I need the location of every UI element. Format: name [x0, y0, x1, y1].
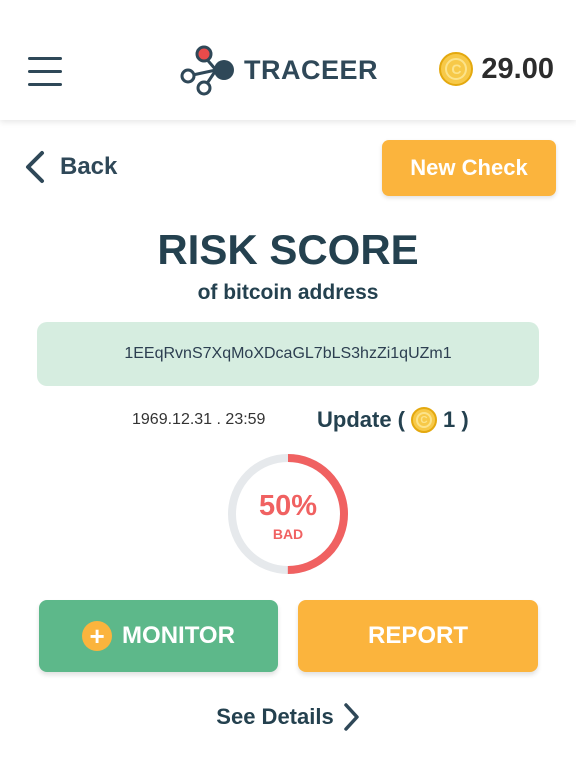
coin-icon: C: [439, 52, 474, 86]
timestamp: 1969.12.31 . 23:59: [132, 411, 266, 428]
back-label: Back: [60, 153, 118, 180]
risk-gauge: 50% BAD: [226, 452, 350, 576]
logo: TRACEER: [176, 42, 378, 98]
coin-balance: C 29.00: [439, 52, 554, 86]
monitor-label: MONITOR: [122, 622, 235, 649]
traceer-logo-icon: [180, 45, 234, 96]
new-check-button[interactable]: New Check: [382, 140, 556, 196]
plus-icon: +: [82, 621, 113, 651]
address-text: 1EEqRvnS7XqMoXDcaGL7bLS3hzZi1qUZm1: [124, 345, 452, 362]
update-button[interactable]: Update ( C 1 ): [317, 407, 469, 433]
see-details-link[interactable]: See Details: [0, 702, 576, 732]
report-button[interactable]: REPORT: [298, 600, 538, 672]
risk-label: BAD: [272, 526, 304, 542]
app-header: TRACEER C 29.00: [0, 0, 576, 120]
coin-icon: C: [411, 407, 437, 433]
chevron-left-icon: [26, 151, 44, 183]
logo-text: TRACEER: [244, 54, 379, 85]
bitcoin-address: 1EEqRvnS7XqMoXDcaGL7bLS3hzZi1qUZm1: [37, 322, 539, 386]
update-cost: 1 ): [443, 407, 469, 432]
page-subtitle: of bitcoin address: [197, 281, 379, 304]
risk-percent: 50%: [258, 490, 318, 522]
back-button[interactable]: Back: [24, 150, 117, 184]
chevron-right-icon: [343, 703, 359, 731]
monitor-button[interactable]: + MONITOR: [39, 600, 278, 672]
page-title: RISK SCORE: [157, 226, 419, 273]
menu-icon[interactable]: [28, 53, 64, 89]
see-details-label: See Details: [216, 704, 334, 729]
update-label: Update (: [317, 407, 405, 432]
balance-value: 29.00: [481, 52, 554, 85]
